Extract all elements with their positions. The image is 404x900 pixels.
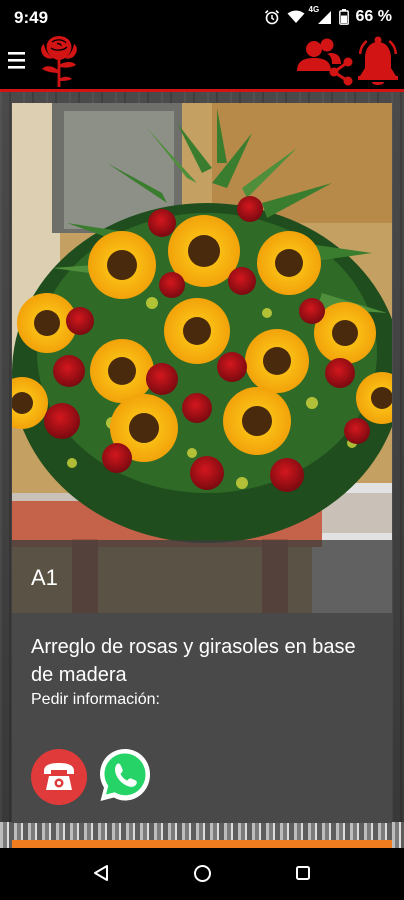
product-code-band [12, 540, 392, 613]
phone-icon [31, 749, 87, 805]
product-card[interactable]: A1 Arreglo de rosas y girasoles en base … [12, 103, 392, 823]
bell-icon[interactable] [356, 36, 400, 93]
sunflower-and-rose-arrangement-photo [12, 103, 392, 613]
call-button[interactable] [30, 748, 88, 811]
next-card-edge [12, 840, 392, 848]
menu-icon[interactable] [8, 50, 25, 75]
battery-percent: 66 % [355, 8, 392, 25]
recents-icon[interactable] [295, 865, 311, 886]
status-icons: 4G 66 % [264, 5, 392, 26]
whatsapp-button[interactable] [96, 746, 154, 811]
product-description: Arreglo de rosas y girasoles en base de … [31, 636, 356, 686]
back-icon[interactable] [92, 864, 110, 887]
share-contacts-icon[interactable] [294, 36, 354, 93]
alarm-icon [264, 9, 280, 25]
info-request-label: Pedir información: [31, 691, 160, 708]
home-icon[interactable] [193, 864, 212, 888]
product-code: A1 [31, 565, 58, 590]
signal-icon: 4G [309, 5, 332, 25]
whatsapp-icon [100, 749, 150, 801]
network-label: 4G [308, 4, 320, 14]
battery-icon [338, 9, 349, 25]
rose-logo-icon [38, 34, 80, 93]
wifi-icon [287, 10, 305, 24]
status-bar: 9:49 4G 66 % [0, 0, 404, 36]
status-time: 9:49 [14, 8, 49, 27]
